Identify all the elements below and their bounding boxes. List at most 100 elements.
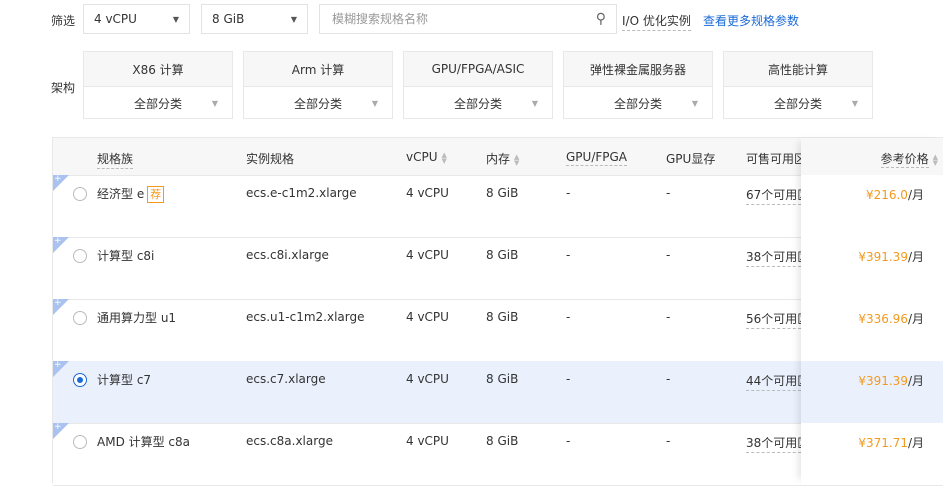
row-memory: 8 GiB [486, 434, 519, 448]
row-radio[interactable] [73, 435, 87, 449]
vcpu-value: 4 vCPU [94, 12, 137, 26]
caret-down-icon: ▼ [371, 99, 378, 108]
row-gpu: - [566, 434, 571, 448]
filter-label: 筛选 [51, 14, 76, 28]
row-spec: ecs.u1-c1m2.xlarge [246, 310, 365, 324]
row-gpu: - [566, 248, 571, 262]
sort-icon[interactable]: ▲ ▼ [514, 153, 519, 166]
row-radio[interactable] [73, 373, 87, 387]
row-price: ¥371.71/月 [858, 434, 924, 451]
price-unit: /月 [907, 250, 924, 264]
header-vcpu-label: vCPU [406, 150, 438, 164]
arch-category: GPU/FPGA/ASIC 全部分类 ▼ [403, 51, 553, 119]
row-zones[interactable]: 38个可用区 [746, 434, 801, 453]
family-name: AMD 计算型 c8a [97, 435, 191, 449]
row-gpu-mem: - [666, 372, 671, 386]
row-memory: 8 GiB [486, 310, 519, 324]
vcpu-select[interactable]: 4 vCPU ▼ [83, 4, 190, 34]
row-spec: ecs.c8i.xlarge [246, 248, 329, 262]
recommended-badge: 荐 [147, 186, 165, 203]
sort-icon[interactable]: ▲ ▼ [933, 153, 938, 166]
row-radio[interactable] [73, 249, 87, 263]
arch-title: 弹性裸金属服务器 [564, 52, 712, 87]
sort-icon[interactable]: ▲ ▼ [442, 151, 447, 164]
price-value: ¥371.71 [858, 436, 908, 450]
price-value: ¥391.39 [858, 374, 908, 388]
row-gpu-mem: - [666, 248, 671, 262]
price-value: ¥216.0 [865, 188, 908, 202]
memory-value: 8 GiB [212, 12, 245, 26]
row-price: ¥391.39/月 [858, 372, 924, 389]
row-price: ¥336.96/月 [858, 310, 924, 327]
search-icon[interactable]: ⚲ [596, 11, 606, 27]
row-zones[interactable]: 67个可用区 [746, 186, 801, 205]
header-price-label: 参考价格 [880, 152, 929, 168]
search-box: ⚲ [319, 4, 617, 34]
header-zones: 可售可用区 [746, 152, 801, 166]
family-name: 通用算力型 u1 [97, 311, 177, 325]
arch-subcategory-select[interactable]: 全部分类 ▼ [724, 87, 872, 120]
caret-down-icon: ▼ [172, 14, 179, 24]
row-vcpu: 4 vCPU [406, 248, 449, 262]
row-memory: 8 GiB [486, 248, 519, 262]
price-column: 参考价格 ▲ ▼ ¥216.0/月 ¥391.39/月 ¥336.96/月 ¥391… [801, 138, 943, 486]
caret-down-icon: ▼ [851, 99, 858, 108]
price-unit: /月 [907, 374, 924, 388]
row-gpu: - [566, 372, 571, 386]
row-zones[interactable]: 38个可用区 [746, 248, 801, 267]
price-value: ¥336.96 [858, 312, 908, 326]
arch-category: 高性能计算 全部分类 ▼ [723, 51, 873, 119]
price-unit: /月 [907, 312, 924, 326]
row-family: 经济型 e荐 [97, 185, 165, 203]
price-unit: /月 [907, 436, 924, 450]
row-zones[interactable]: 56个可用区 [746, 310, 801, 329]
arch-subcategory-value: 全部分类 [773, 97, 822, 111]
expand-plus-icon[interactable]: + [53, 298, 69, 315]
header-memory[interactable]: 内存 ▲ ▼ [486, 150, 519, 167]
arch-category: X86 计算 全部分类 ▼ [83, 51, 233, 119]
row-spec: ecs.e-c1m2.xlarge [246, 186, 357, 200]
memory-select[interactable]: 8 GiB ▼ [201, 4, 308, 34]
arch-subcategory-select[interactable]: 全部分类 ▼ [244, 87, 392, 120]
arch-subcategory-value: 全部分类 [613, 97, 662, 111]
arch-label: 架构 [51, 81, 76, 95]
family-name: 计算型 c7 [97, 373, 152, 387]
expand-plus-icon[interactable]: + [53, 360, 69, 377]
io-optimized-label[interactable]: I/O 优化实例 [622, 12, 691, 31]
arch-title: X86 计算 [84, 52, 232, 87]
expand-plus-icon[interactable]: + [53, 422, 69, 439]
header-price[interactable]: 参考价格 ▲ ▼ [880, 150, 938, 168]
row-price: ¥391.39/月 [858, 248, 924, 265]
arch-subcategory-select[interactable]: 全部分类 ▼ [84, 87, 232, 120]
caret-down-icon: ▼ [691, 99, 698, 108]
arch-subcategory-select[interactable]: 全部分类 ▼ [564, 87, 712, 120]
row-memory: 8 GiB [486, 372, 519, 386]
row-family: AMD 计算型 c8a [97, 433, 190, 450]
row-gpu: - [566, 310, 571, 324]
row-zones[interactable]: 44个可用区 [746, 372, 801, 391]
header-vcpu[interactable]: vCPU ▲ ▼ [406, 150, 447, 164]
family-name: 经济型 e [97, 187, 145, 201]
row-family: 计算型 c7 [97, 371, 151, 388]
row-family: 通用算力型 u1 [97, 309, 176, 326]
expand-plus-icon[interactable]: + [53, 236, 69, 253]
row-vcpu: 4 vCPU [406, 186, 449, 200]
more-params-link[interactable]: 查看更多规格参数 [703, 12, 799, 29]
row-radio[interactable] [73, 311, 87, 325]
header-spec: 实例规格 [246, 152, 295, 166]
header-gpu: GPU/FPGA [566, 150, 628, 166]
row-price: ¥216.0/月 [866, 186, 924, 203]
row-vcpu: 4 vCPU [406, 310, 449, 324]
search-input[interactable] [330, 11, 574, 27]
caret-down-icon: ▼ [211, 99, 218, 108]
caret-down-icon: ▼ [531, 99, 538, 108]
expand-plus-icon[interactable]: + [53, 174, 69, 191]
arch-subcategory-select[interactable]: 全部分类 ▼ [404, 87, 552, 120]
caret-down-icon: ▼ [290, 14, 297, 24]
price-value: ¥391.39 [858, 250, 908, 264]
family-name: 计算型 c8i [97, 249, 155, 263]
row-radio[interactable] [73, 187, 87, 201]
arch-category: 弹性裸金属服务器 全部分类 ▼ [563, 51, 713, 119]
price-unit: /月 [907, 188, 924, 202]
row-spec: ecs.c8a.xlarge [246, 434, 333, 448]
